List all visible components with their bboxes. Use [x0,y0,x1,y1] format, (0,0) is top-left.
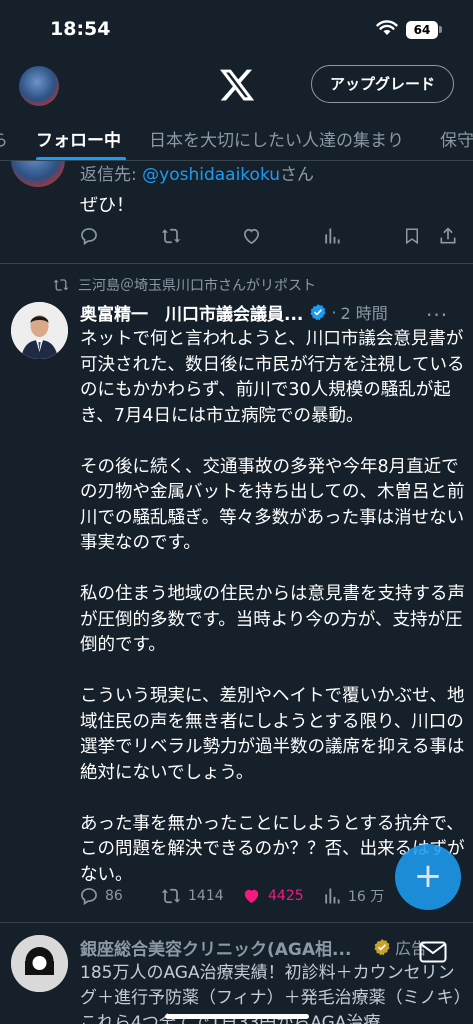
clinic-logo-icon [11,935,68,992]
reply-handle-link[interactable]: @yoshidaaikoku [142,165,280,185]
reply-icon [81,888,97,906]
tweet-text: ぜひ！ [80,195,134,216]
compose-button[interactable]: + [395,844,461,910]
tab-list-conservative[interactable]: 保守 [440,126,473,151]
repost-icon [161,888,181,904]
tweet-header: 奥富精一 川口市議会議員... · 2 時間 [80,300,388,325]
view-count: 16 万 [348,889,385,905]
reply-to-line: 返信先: @yoshidaaikokuさん [80,161,314,185]
tab-list-japan[interactable]: 日本を大切にしたい人達の集まり [149,126,404,151]
author-name[interactable]: 奥富精一 川口市議会議員... [80,300,303,325]
advertiser-avatar[interactable] [11,935,68,992]
heart-filled-icon [244,889,259,904]
avatar[interactable] [11,161,65,187]
reply-count: 86 [105,888,123,904]
tab-previous[interactable]: ら [0,126,8,151]
views-icon [325,888,340,904]
tab-following[interactable]: フォロー中 [36,126,121,151]
verified-badge-icon [310,304,326,321]
status-time: 18:54 [50,18,111,40]
heart-icon [243,228,260,245]
bookmark-button[interactable] [403,223,421,249]
verified-gold-badge-icon [374,939,390,956]
tweet[interactable]: 三河島＠埼玉県川口市さんがリポスト 奥富精一 川口市議会議員... · 2 時間… [0,265,473,923]
promoted-tweet[interactable]: 銀座総合美容クリニック(AGA相... 広告 185万人のAGA治療実績！初診料… [0,924,473,1024]
repost-count: 1414 [188,888,224,904]
person-photo-icon [11,302,68,359]
profile-avatar[interactable] [19,66,59,106]
views-button[interactable]: 16 万 [322,883,384,909]
tweet-time[interactable]: 2 時間 [340,300,387,324]
tweet-text: ネットで何と言われようと、川口市議会意見書が可決された、数日後に市民が行方を注視… [80,329,465,885]
like-button[interactable]: 4425 [241,883,304,909]
top-bar: アップグレード [0,56,473,114]
repost-icon [161,228,181,244]
plus-icon: + [413,856,443,896]
bookmark-icon [406,228,418,245]
repost-icon [53,279,69,291]
reply-prefix: 返信先: [80,165,143,185]
share-icon [440,227,456,244]
tweet-reply[interactable]: 返信先: @yoshidaaikokuさん ぜひ！ [0,161,473,264]
author-avatar[interactable] [11,302,68,359]
reposted-by-text: 三河島＠埼玉県川口市さんがリポスト [78,278,316,294]
status-bar: 18:54 64 [0,0,473,56]
repost-button[interactable] [160,223,182,249]
repost-button[interactable]: 1414 [160,883,224,909]
x-logo-icon[interactable] [218,66,256,104]
battery-tip [439,26,442,33]
time-separator: · [331,302,337,322]
advertiser-name[interactable]: 銀座総合美容クリニック(AGA相... [80,935,351,960]
like-button[interactable] [241,223,262,249]
reply-button[interactable]: 86 [79,883,123,909]
upgrade-button[interactable]: アップグレード [311,65,454,103]
reply-icon [81,228,97,246]
like-count: 4425 [268,888,304,904]
reposted-by[interactable]: 三河島＠埼玉県川口市さんがリポスト [52,275,316,295]
battery-icon: 64 [406,21,438,39]
timeline-tabs: ら フォロー中 日本を大切にしたい人達の集まり 保守 [0,114,473,161]
views-button[interactable] [322,223,342,249]
share-button[interactable] [438,223,458,249]
tweet-actions [0,223,473,249]
views-icon [325,228,340,244]
home-indicator[interactable] [165,1014,309,1019]
messages-icon[interactable] [419,940,447,964]
wifi-icon [376,20,398,35]
reply-button[interactable] [79,223,99,249]
reply-suffix: さん [280,165,315,185]
more-options-icon[interactable]: ··· [426,303,448,327]
